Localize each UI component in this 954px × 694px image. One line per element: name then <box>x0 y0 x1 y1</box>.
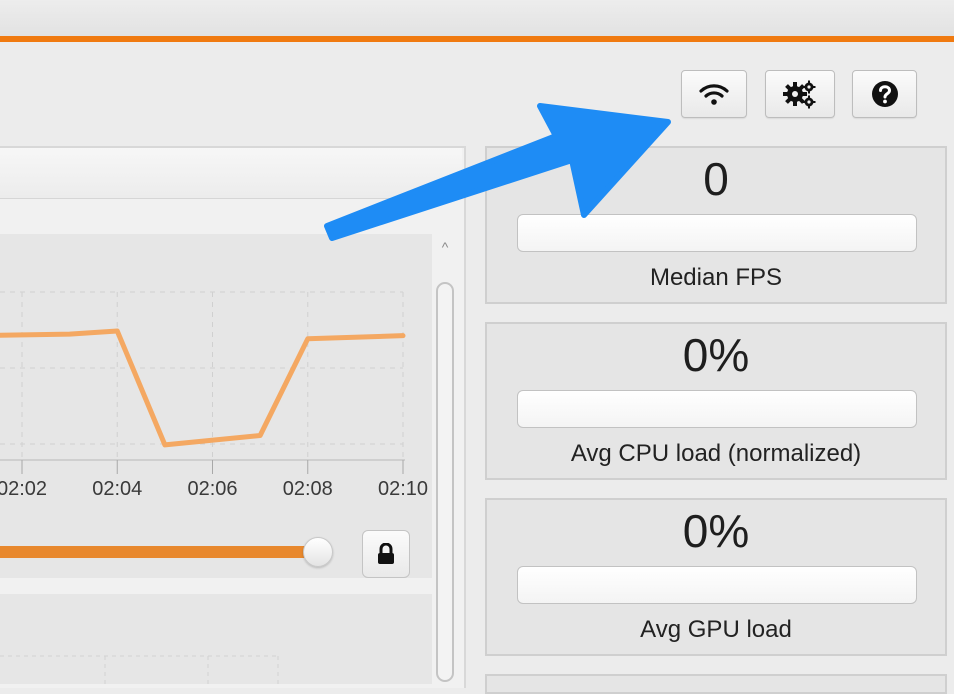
timeline-chart-svg <box>0 291 406 474</box>
connection-button[interactable] <box>681 70 747 118</box>
lock-icon <box>378 543 394 564</box>
metric-value: 0% <box>682 329 750 381</box>
x-tick-label: 02:04 <box>92 478 143 500</box>
x-tick-label: 02:06 <box>187 478 238 500</box>
metric-label: Avg GPU load <box>640 616 792 643</box>
lock-button[interactable] <box>362 530 410 578</box>
wifi-icon <box>699 84 729 105</box>
settings-button[interactable] <box>765 70 835 118</box>
timeline-series-line <box>0 328 406 448</box>
secondary-chart <box>0 594 432 684</box>
panel-header <box>0 148 462 199</box>
help-button[interactable] <box>852 70 917 118</box>
metric-bar <box>517 566 917 604</box>
vertical-scrollbar[interactable] <box>436 282 454 682</box>
metric-card-fps: 0 Median FPS <box>485 146 947 304</box>
metric-card-cpu: 0% Avg CPU load (normalized) <box>485 322 947 480</box>
metric-bar <box>517 214 917 252</box>
timeline-slider-thumb[interactable] <box>303 537 333 567</box>
help-icon <box>871 81 898 107</box>
metric-value: 0 <box>703 153 729 205</box>
accent-line <box>0 36 954 42</box>
metric-label: Avg CPU load (normalized) <box>570 440 862 467</box>
x-tick-label: 02:08 <box>282 478 333 500</box>
x-tick-label: 02:10 <box>377 478 429 500</box>
metric-value: 0% <box>682 505 750 557</box>
metric-label: Median FPS <box>649 264 783 291</box>
scroll-up-icon[interactable]: ^ <box>436 238 454 256</box>
gear-icon <box>783 80 816 109</box>
window-titlebar <box>0 0 954 36</box>
metric-card-partial <box>485 674 947 694</box>
timeline-slider-track[interactable] <box>0 546 318 558</box>
timeline-chart <box>0 234 432 578</box>
x-tick-label: 02:02 <box>0 478 48 500</box>
metric-bar <box>517 390 917 428</box>
metric-card-gpu: 0% Avg GPU load <box>485 498 947 656</box>
